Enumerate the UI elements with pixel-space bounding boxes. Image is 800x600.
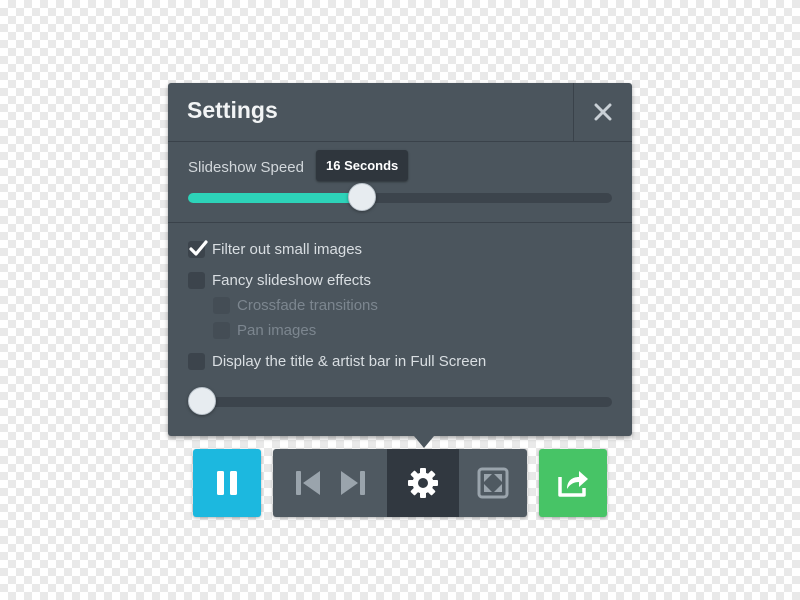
- option-filter-small-images[interactable]: Filter out small images: [188, 240, 363, 258]
- next-button[interactable]: [333, 449, 373, 517]
- previous-button[interactable]: [289, 449, 329, 517]
- second-slider[interactable]: [188, 387, 612, 415]
- slideshow-speed-label: Slideshow Speed: [188, 159, 304, 176]
- slider-thumb[interactable]: [188, 387, 216, 415]
- share-icon: [558, 471, 588, 497]
- option-pan-images[interactable]: Pan images: [213, 322, 316, 339]
- option-label: Crossfade transitions: [237, 297, 378, 314]
- option-label: Pan images: [237, 322, 317, 339]
- gear-icon: [408, 468, 438, 498]
- slideshow-speed-section: Slideshow Speed 16 Seconds: [168, 142, 632, 223]
- fullscreen-icon: [477, 467, 509, 499]
- checkbox[interactable]: [213, 297, 230, 314]
- fullscreen-button[interactable]: [459, 449, 527, 517]
- pause-button[interactable]: [193, 449, 261, 517]
- option-crossfade-transitions[interactable]: Crossfade transitions: [213, 297, 378, 314]
- checkbox[interactable]: [213, 322, 230, 339]
- option-fancy-effects[interactable]: Fancy slideshow effects: [188, 272, 371, 289]
- option-title-artist-bar[interactable]: Display the title & artist bar in Full S…: [188, 353, 486, 370]
- slider-fill: [188, 193, 362, 203]
- close-icon: [594, 103, 612, 121]
- settings-panel: Settings Slideshow Speed 16 Seconds Filt…: [168, 83, 632, 436]
- playback-controls-group: [273, 449, 527, 517]
- settings-title: Settings: [187, 97, 278, 123]
- option-label: Display the title & artist bar in Full S…: [212, 353, 487, 370]
- slideshow-speed-slider[interactable]: [188, 183, 612, 211]
- checkbox[interactable]: [188, 240, 208, 258]
- option-label: Filter out small images: [212, 241, 363, 258]
- panel-pointer: [414, 436, 434, 448]
- checkbox[interactable]: [188, 353, 205, 370]
- speed-value-tooltip: 16 Seconds: [316, 150, 409, 181]
- option-label: Fancy slideshow effects: [212, 272, 371, 289]
- settings-button[interactable]: [387, 449, 459, 517]
- skip-previous-icon: [296, 471, 320, 495]
- pause-icon: [217, 471, 237, 495]
- checkbox[interactable]: [188, 272, 205, 289]
- skip-next-icon: [341, 471, 365, 495]
- checkmark-icon: [189, 240, 208, 256]
- slider-thumb[interactable]: [347, 183, 376, 211]
- close-button[interactable]: [573, 83, 632, 141]
- settings-header: Settings: [168, 83, 632, 142]
- share-button[interactable]: [539, 449, 607, 517]
